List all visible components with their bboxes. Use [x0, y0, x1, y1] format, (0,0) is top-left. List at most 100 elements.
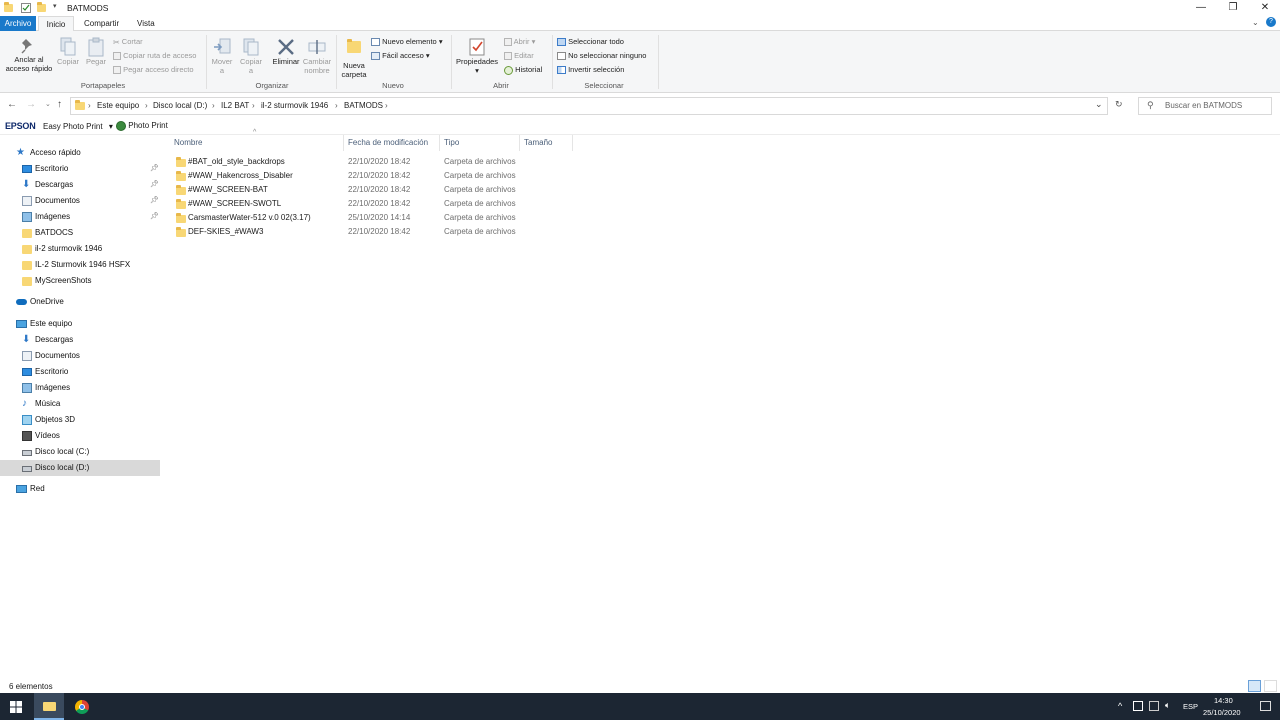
- properties-button[interactable]: Propiedades ▾: [454, 37, 500, 75]
- maximize-button[interactable]: ❐: [1218, 0, 1248, 16]
- breadcrumb-separator-icon[interactable]: ›: [88, 98, 91, 114]
- sidebar-item[interactable]: Escritorio 📌︎: [0, 161, 160, 177]
- select-none-button[interactable]: No seleccionar ninguno: [557, 51, 646, 61]
- tray-app-icon[interactable]: [1133, 701, 1143, 711]
- file-row[interactable]: DEF-SKIES_#WAW3 22/10/2020 18:42 Carpeta d…: [170, 225, 530, 239]
- breadcrumb-batmods[interactable]: BATMODS: [344, 98, 383, 114]
- tab-home[interactable]: Inicio: [38, 16, 74, 32]
- sidebar-item[interactable]: Disco local (C:): [0, 444, 160, 460]
- chrome-taskbar-icon[interactable]: [75, 700, 89, 714]
- breadcrumb-disco-d[interactable]: Disco local (D:): [153, 98, 207, 114]
- breadcrumb-separator-icon[interactable]: ›: [335, 98, 338, 114]
- search-input[interactable]: ⚲ Buscar en BATMODS: [1138, 97, 1272, 115]
- large-icons-view-icon[interactable]: [1264, 680, 1277, 692]
- sidebar-item[interactable]: ⬇ Descargas: [0, 332, 160, 348]
- breadcrumb-separator-icon[interactable]: ›: [252, 98, 255, 114]
- copy-path-button[interactable]: Copiar ruta de acceso: [113, 51, 197, 61]
- back-arrow-icon[interactable]: ←: [7, 99, 17, 110]
- sidebar-item[interactable]: ⬇ Descargas 📌︎: [0, 177, 160, 193]
- breadcrumb-separator-icon[interactable]: ›: [212, 98, 215, 114]
- move-to-button[interactable]: Mover a: [208, 37, 236, 75]
- sidebar-item[interactable]: MyScreenShots: [0, 273, 160, 289]
- paste-shortcut-button[interactable]: Pegar acceso directo: [113, 65, 194, 75]
- sidebar-item[interactable]: il-2 sturmovik 1946: [0, 241, 160, 257]
- photo-print-button[interactable]: Photo Print: [116, 121, 168, 131]
- easy-photo-print-button[interactable]: Easy Photo Print ▾: [43, 122, 113, 131]
- expand-ribbon-icon[interactable]: ⌄: [1252, 18, 1259, 27]
- details-view-icon[interactable]: [1248, 680, 1261, 692]
- sidebar-item[interactable]: ♪ Música: [0, 396, 160, 412]
- quick-access-dropdown-icon[interactable]: ▾: [53, 2, 57, 10]
- file-row[interactable]: CarsmasterWater-512 v.0 02(3.17) 25/10/20…: [170, 211, 530, 225]
- breadcrumb-separator-icon[interactable]: ›: [145, 98, 148, 114]
- windows-start-icon[interactable]: [10, 701, 22, 713]
- breadcrumb-il2-bat[interactable]: IL2 BAT: [221, 98, 249, 114]
- easy-access-button[interactable]: Fácil acceso ▾: [371, 51, 430, 61]
- file-explorer-taskbar-icon[interactable]: [34, 693, 64, 720]
- breadcrumb-este-equipo[interactable]: Este equipo: [97, 98, 139, 114]
- sidebar-item[interactable]: IL-2 Sturmovik 1946 HSFX: [0, 257, 160, 273]
- recent-locations-icon[interactable]: ⌄: [45, 100, 51, 108]
- network-tray-icon[interactable]: [1149, 701, 1159, 711]
- pin-quick-access-button[interactable]: Anclar al acceso rápido: [2, 37, 56, 73]
- paste-button[interactable]: Pegar: [84, 37, 108, 66]
- sidebar-item[interactable]: BATDOCS: [0, 225, 160, 241]
- file-row[interactable]: #BAT_old_style_backdrops 22/10/2020 18:42…: [170, 155, 530, 169]
- notifications-icon[interactable]: [1260, 701, 1271, 711]
- copy-button[interactable]: Copiar: [56, 37, 80, 66]
- volume-icon[interactable]: 🔈︎: [1165, 700, 1170, 711]
- language-indicator[interactable]: ESP: [1183, 702, 1198, 711]
- rename-button[interactable]: Cambiar nombre: [301, 37, 333, 75]
- sidebar-item[interactable]: Disco local (D:): [0, 460, 160, 476]
- up-arrow-icon[interactable]: ↑: [57, 99, 62, 110]
- sidebar-item[interactable]: Imágenes: [0, 380, 160, 396]
- file-row[interactable]: #WAW_Hakencross_Disabler 22/10/2020 18:42…: [170, 169, 530, 183]
- sidebar-item[interactable]: Objetos 3D: [0, 412, 160, 428]
- invert-selection-button[interactable]: Invertir selección: [557, 65, 624, 75]
- copy-to-button[interactable]: Copiar a: [237, 37, 265, 75]
- nav-this-pc[interactable]: Este equipo: [0, 316, 160, 332]
- tray-overflow-icon[interactable]: ^: [1118, 701, 1122, 711]
- cut-button[interactable]: ✂ Cortar: [113, 37, 143, 47]
- tab-view[interactable]: Vista: [131, 16, 161, 31]
- tab-file[interactable]: Archivo: [0, 16, 36, 31]
- sidebar-item[interactable]: Documentos: [0, 348, 160, 364]
- close-button[interactable]: ✕: [1250, 0, 1280, 16]
- column-header-type[interactable]: Tipo: [440, 135, 520, 151]
- group-separator: [206, 35, 207, 89]
- new-item-button[interactable]: Nuevo elemento ▾: [371, 37, 443, 47]
- address-dropdown-icon[interactable]: ⌄: [1095, 99, 1103, 110]
- forward-arrow-icon[interactable]: →: [26, 99, 36, 110]
- select-all-button[interactable]: Seleccionar todo: [557, 37, 624, 47]
- clock-date[interactable]: 25/10/2020: [1203, 708, 1241, 717]
- history-button[interactable]: Historial: [504, 65, 542, 75]
- open-button[interactable]: Abrir ▾: [504, 37, 535, 47]
- new-folder-button[interactable]: Nueva carpeta: [339, 37, 369, 79]
- new-folder-quick-icon[interactable]: [37, 2, 46, 14]
- breadcrumb-separator-icon[interactable]: ›: [385, 98, 388, 114]
- sidebar-item-label: Vídeos: [35, 431, 60, 440]
- column-header-name[interactable]: Nombre: [170, 135, 344, 151]
- sidebar-item[interactable]: Imágenes 📌︎: [0, 209, 160, 225]
- column-header-size[interactable]: Tamaño: [520, 135, 573, 151]
- nav-quick-access[interactable]: ★ Acceso rápido: [0, 145, 160, 161]
- file-row[interactable]: #WAW_SCREEN-BAT 22/10/2020 18:42 Carpeta d…: [170, 183, 530, 197]
- properties-quick-icon[interactable]: [21, 3, 31, 13]
- sidebar-item[interactable]: Documentos 📌︎: [0, 193, 160, 209]
- clock-time[interactable]: 14:30: [1214, 696, 1233, 705]
- nav-network[interactable]: Red: [0, 481, 160, 497]
- edit-button[interactable]: Editar: [504, 51, 534, 61]
- sidebar-item[interactable]: Vídeos: [0, 428, 160, 444]
- nav-onedrive[interactable]: OneDrive: [0, 294, 160, 310]
- column-header-modified[interactable]: Fecha de modificación: [344, 135, 440, 151]
- sidebar-item[interactable]: Escritorio: [0, 364, 160, 380]
- breadcrumb-il2-sturmovik[interactable]: il-2 sturmovik 1946: [261, 98, 328, 114]
- help-icon[interactable]: ?: [1266, 17, 1276, 27]
- tab-share[interactable]: Compartir: [78, 16, 125, 31]
- address-bar[interactable]: › Este equipo › Disco local (D:) › IL2 B…: [70, 97, 1108, 115]
- minimize-button[interactable]: —: [1186, 0, 1216, 16]
- file-row[interactable]: #WAW_SCREEN-SWOTL 22/10/2020 18:42 Carpeta…: [170, 197, 530, 211]
- copy-path-label: Copiar ruta de acceso: [123, 51, 197, 60]
- refresh-icon[interactable]: ↻: [1115, 99, 1123, 110]
- delete-button[interactable]: Eliminar: [270, 37, 302, 66]
